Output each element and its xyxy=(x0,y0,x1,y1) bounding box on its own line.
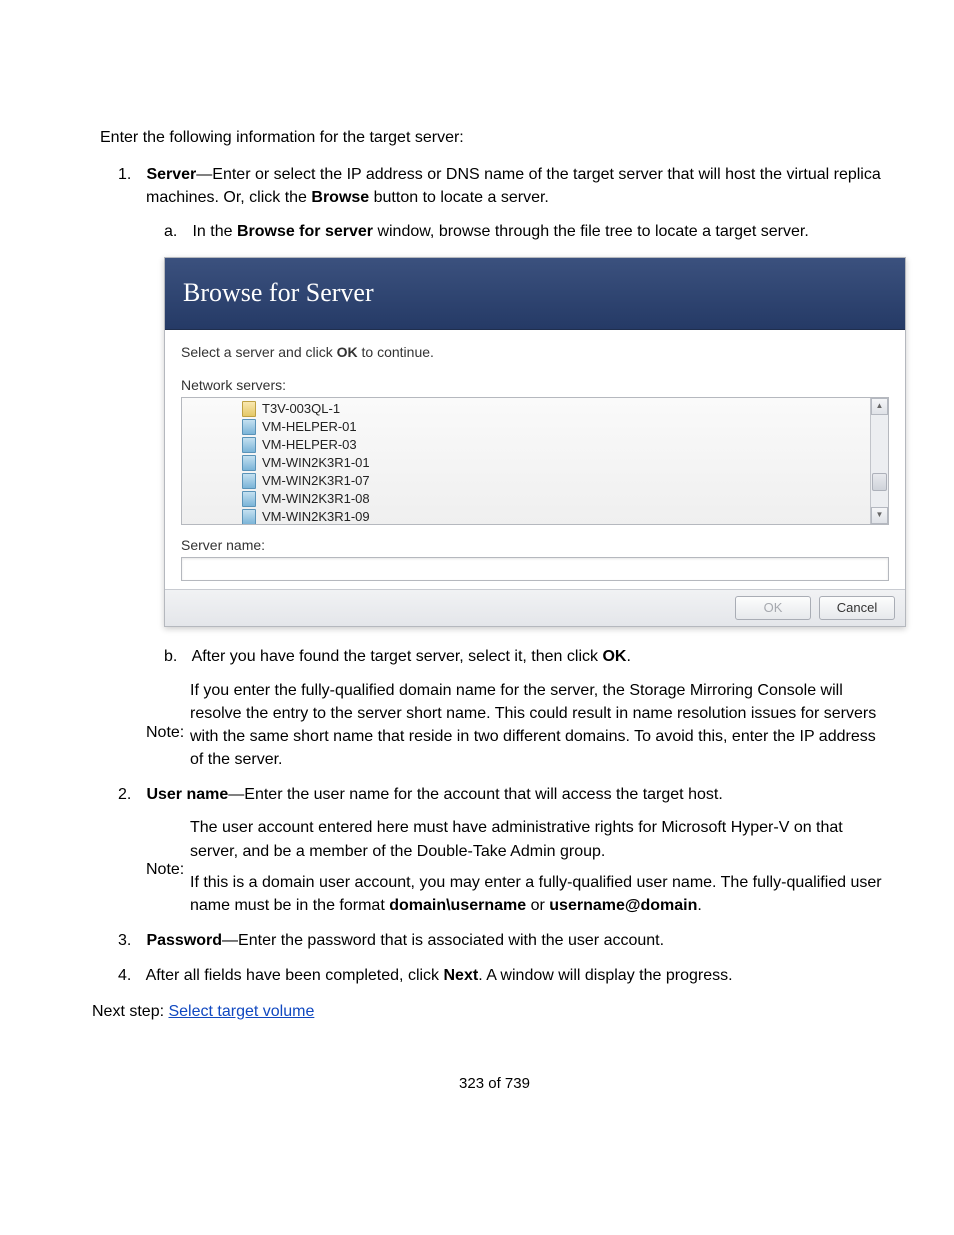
text: Enter the password that is associated wi… xyxy=(238,932,664,949)
text: . xyxy=(626,648,630,665)
bold: Browse for server xyxy=(237,223,373,240)
server-icon xyxy=(242,509,256,525)
note-block: Note: If you enter the fully-qualified d… xyxy=(146,679,889,772)
server-name: VM-HELPER-03 xyxy=(262,436,357,454)
server-tree[interactable]: T3V-003QL-1 VM-HELPER-01 VM-HELPER-03 VM… xyxy=(181,397,889,525)
text: Enter the user name for the account that… xyxy=(244,786,722,803)
text: After all fields have been completed, cl… xyxy=(146,967,444,984)
tree-row[interactable]: VM-WIN2K3R1-09 xyxy=(242,508,888,525)
page-number: 323 of 739 xyxy=(100,1073,889,1095)
field-label-password: Password xyxy=(146,932,222,949)
tree-row[interactable]: VM-WIN2K3R1-07 xyxy=(242,472,888,490)
list-item-server: 1. Server—Enter or select the IP address… xyxy=(146,163,889,771)
browse-for-server-dialog: Browse for Server Select a server and cl… xyxy=(164,257,906,628)
tree-row[interactable]: VM-HELPER-01 xyxy=(242,418,888,436)
note-block: Note: The user account entered here must… xyxy=(146,816,889,917)
note-text: The user account entered here must have … xyxy=(190,816,889,917)
text: Select a server and click xyxy=(181,344,337,360)
intro-text: Enter the following information for the … xyxy=(100,126,889,149)
note-label: Note: xyxy=(146,679,190,744)
field-label-username: User name xyxy=(146,786,228,803)
server-name: VM-WIN2K3R1-08 xyxy=(262,490,370,508)
server-name: VM-WIN2K3R1-09 xyxy=(262,508,370,525)
server-icon xyxy=(242,419,256,435)
text: . xyxy=(697,897,701,914)
note-text: If you enter the fully-qualified domain … xyxy=(190,679,889,772)
scroll-up-icon[interactable]: ▲ xyxy=(871,398,888,415)
sub-list-b: b. After you have found the target serve… xyxy=(146,645,889,668)
note-para-2: If this is a domain user account, you ma… xyxy=(190,871,889,917)
dialog-body: Select a server and click OK to continue… xyxy=(165,330,905,529)
note-label: Note: xyxy=(146,816,190,881)
scroll-down-icon[interactable]: ▼ xyxy=(871,507,888,524)
dash: — xyxy=(228,786,244,803)
server-icon xyxy=(242,491,256,507)
next-step-link[interactable]: Select target volume xyxy=(168,1003,314,1020)
main-list: 1. Server—Enter or select the IP address… xyxy=(100,163,889,987)
tree-row[interactable]: T3V-003QL-1 xyxy=(242,400,888,418)
server-name-label: Server name: xyxy=(165,529,905,557)
server-name: VM-HELPER-01 xyxy=(262,418,357,436)
text: window, browse through the file tree to … xyxy=(373,223,809,240)
dialog-title: Browse for Server xyxy=(165,258,905,331)
server-name-input-wrapper xyxy=(181,557,889,581)
dash: — xyxy=(222,932,238,949)
list-item-password: 3. Password—Enter the password that is a… xyxy=(146,929,889,952)
list-number: 4. xyxy=(118,964,142,987)
list-item-username: 2. User name—Enter the user name for the… xyxy=(146,783,889,917)
next-step-label: Next step: xyxy=(92,1003,168,1020)
document-page: Enter the following information for the … xyxy=(0,0,954,1155)
sub-alpha: a. xyxy=(164,220,188,243)
bold: OK xyxy=(602,648,626,665)
server-name: T3V-003QL-1 xyxy=(262,400,340,418)
browse-bold: Browse xyxy=(311,189,369,206)
list-item-next: 4. After all fields have been completed,… xyxy=(146,964,889,987)
sub-item-a: a. In the Browse for server window, brow… xyxy=(192,220,889,243)
bold: domain\username xyxy=(389,897,526,914)
network-servers-label: Network servers: xyxy=(181,375,889,395)
list-number: 1. xyxy=(118,163,142,186)
bold: username@domain xyxy=(549,897,697,914)
bold: Next xyxy=(444,967,479,984)
ok-button[interactable]: OK xyxy=(735,596,811,620)
server-icon xyxy=(242,437,256,453)
tree-row[interactable]: VM-WIN2K3R1-01 xyxy=(242,454,888,472)
text: button to locate a server. xyxy=(369,189,549,206)
note-para-1: The user account entered here must have … xyxy=(190,816,889,862)
sub-list: a. In the Browse for server window, brow… xyxy=(146,220,889,243)
next-step: Next step: Select target volume xyxy=(92,1000,889,1023)
dialog-footer: OK Cancel xyxy=(165,589,905,626)
list-number: 2. xyxy=(118,783,142,806)
scroll-thumb[interactable] xyxy=(872,473,887,491)
server-icon xyxy=(242,473,256,489)
dash: — xyxy=(196,166,212,183)
server-name-input[interactable] xyxy=(181,557,889,581)
server-icon xyxy=(242,455,256,471)
folder-icon xyxy=(242,401,256,417)
list-number: 3. xyxy=(118,929,142,952)
tree-row[interactable]: VM-WIN2K3R1-08 xyxy=(242,490,888,508)
text: After you have found the target server, … xyxy=(192,648,603,665)
text: to continue. xyxy=(358,344,434,360)
tree-row[interactable]: VM-HELPER-03 xyxy=(242,436,888,454)
dialog-instruction: Select a server and click OK to continue… xyxy=(181,342,889,362)
text: In the xyxy=(192,223,236,240)
cancel-button[interactable]: Cancel xyxy=(819,596,895,620)
text: . A window will display the progress. xyxy=(478,967,732,984)
server-name: VM-WIN2K3R1-07 xyxy=(262,472,370,490)
bold: OK xyxy=(337,344,358,360)
field-label-server: Server xyxy=(146,166,196,183)
sub-item-b: b. After you have found the target serve… xyxy=(192,645,889,668)
text: or xyxy=(526,897,549,914)
server-name: VM-WIN2K3R1-01 xyxy=(262,454,370,472)
scrollbar[interactable]: ▲ ▼ xyxy=(870,398,888,524)
sub-alpha: b. xyxy=(164,645,188,668)
